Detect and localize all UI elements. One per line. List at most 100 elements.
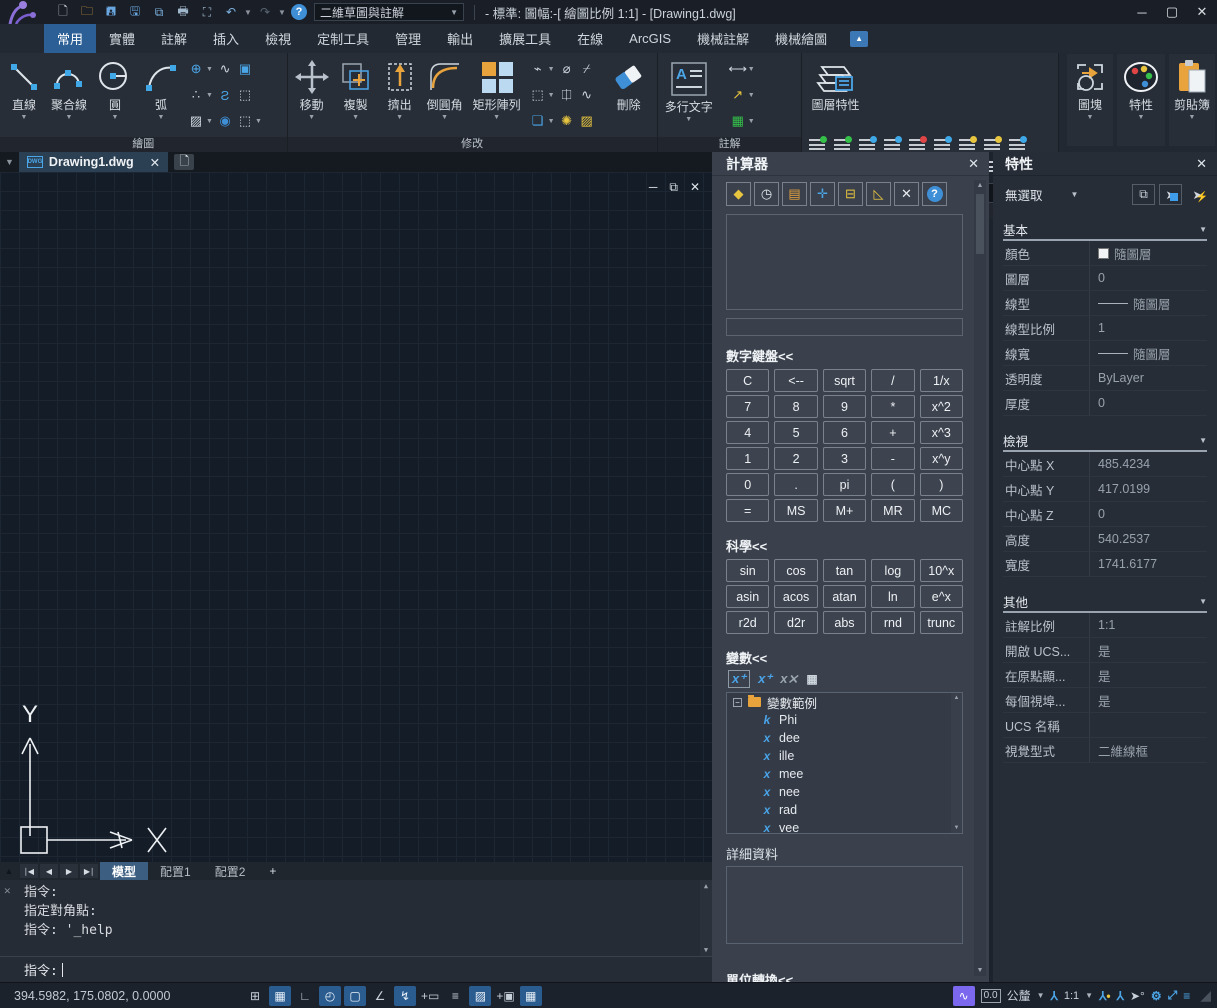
numpad-key-x^y[interactable]: x^y	[920, 447, 963, 470]
undo-caret-icon[interactable]: ▼	[244, 8, 252, 17]
new-file-icon[interactable]: 🗋	[52, 2, 74, 22]
ribbon-tab-擴展工具[interactable]: 擴展工具	[486, 24, 564, 53]
ribbon-tab-ArcGIS[interactable]: ArcGIS	[616, 24, 684, 53]
point-style-icon[interactable]: ∴	[186, 85, 206, 105]
document-tab-close-icon[interactable]: ✕	[150, 155, 160, 170]
osnap-tracking-icon[interactable]: ↯	[394, 986, 416, 1006]
break-icon[interactable]: ⌿	[577, 59, 597, 79]
annotation-visibility-icon[interactable]: ⅄•	[1099, 989, 1111, 1003]
overlap-icon[interactable]: ❏	[528, 111, 548, 131]
document-tab[interactable]: DWG Drawing1.dwg ✕	[19, 152, 168, 172]
print-icon[interactable]: 🖶	[172, 2, 194, 22]
snap-mode-icon[interactable]: ⊞	[244, 986, 266, 1006]
point-caret-icon[interactable]: ▼	[206, 92, 215, 99]
ribbon-tab-在線[interactable]: 在線	[564, 24, 616, 53]
selection-dropdown[interactable]: 無選取	[1005, 185, 1043, 204]
property-row[interactable]: 線型隨圖層	[1003, 291, 1207, 316]
quick-select-icon[interactable]: ⧉	[1132, 184, 1155, 205]
table-icon[interactable]: ▦	[728, 111, 748, 131]
plot-batch-icon[interactable]: ⧉	[148, 2, 170, 22]
property-row[interactable]: 線型比例1	[1003, 316, 1207, 341]
history-icon[interactable]: ◷	[754, 182, 779, 206]
numpad-key-([interactable]: (	[871, 473, 914, 496]
sci-key-e^x[interactable]: e^x	[920, 585, 963, 608]
section-header-基本[interactable]: 基本▼	[1003, 219, 1207, 241]
scale-icon[interactable]: ⬚	[528, 85, 548, 105]
layout-tab-配置2[interactable]: 配置2	[203, 862, 258, 880]
numpad-key-5[interactable]: 5	[774, 421, 817, 444]
offset-icon[interactable]: ⌀	[557, 59, 577, 79]
property-row[interactable]: 透明度ByLayer	[1003, 366, 1207, 391]
annotation-scale-caret-icon[interactable]: ▼	[1085, 991, 1093, 1000]
sci-key-trunc[interactable]: trunc	[920, 611, 963, 634]
join-icon[interactable]: ⎅	[557, 85, 577, 105]
numpad-key-C[interactable]: C	[726, 369, 769, 392]
panel-label-draw[interactable]: 繪圖	[0, 137, 287, 152]
block-button[interactable]: 圖塊 ▼	[1067, 54, 1113, 146]
ribbon-tab-管理[interactable]: 管理	[382, 24, 434, 53]
new-variable-icon[interactable]: x⁺	[728, 670, 750, 688]
variables-tree[interactable]: −變數範例kPhixdeexillexmeexneexradxvee ▲ ▼	[726, 692, 963, 834]
properties-button[interactable]: 特性 ▼	[1117, 54, 1165, 146]
open-folder-icon[interactable]: 🗀	[76, 2, 98, 22]
revision-cloud-icon[interactable]: ⊕	[186, 59, 206, 79]
numpad-key-2[interactable]: 2	[774, 447, 817, 470]
wipeout-caret-icon[interactable]: ▼	[255, 118, 264, 125]
units-caret-icon[interactable]: ▼	[1037, 991, 1045, 1000]
select-objects-icon[interactable]: ➤	[1159, 184, 1182, 205]
model-space-icon[interactable]: ∿	[953, 986, 975, 1006]
calc-scroll-down-icon[interactable]: ▼	[974, 967, 986, 974]
delete-variable-icon[interactable]: x⨯	[780, 671, 798, 687]
numpad-key-1[interactable]: 1	[726, 447, 769, 470]
dynamic-input-icon[interactable]: +▭	[419, 986, 441, 1006]
numpad-key-=[interactable]: =	[726, 499, 769, 522]
transparency-icon[interactable]: ▨	[469, 986, 491, 1006]
selection-cycling-icon[interactable]: +▣	[494, 986, 516, 1006]
panel-label-modify[interactable]: 修改	[288, 137, 657, 152]
drawing-canvas[interactable]: ─ ⧉ ✕ Y	[0, 172, 712, 862]
sci-key-abs[interactable]: abs	[823, 611, 866, 634]
rect-array-button[interactable]: 矩形陣列 ▼	[468, 54, 526, 136]
angle-icon[interactable]: ◺	[866, 182, 891, 206]
clear-icon[interactable]: ◆	[726, 182, 751, 206]
hatch-caret-icon[interactable]: ▼	[206, 118, 215, 125]
variables-header[interactable]: 變數<<	[726, 648, 989, 667]
property-row[interactable]: UCS 名稱	[1003, 713, 1207, 738]
calculator-history-box[interactable]	[726, 214, 963, 310]
precision-icon[interactable]: 0.0	[981, 989, 1001, 1003]
section-header-其他[interactable]: 其他▼	[1003, 591, 1207, 613]
table-caret-icon[interactable]: ▼	[748, 118, 757, 125]
property-row[interactable]: 中心點 Z0	[1003, 502, 1207, 527]
numpad-key-x^2[interactable]: x^2	[920, 395, 963, 418]
collapse-icon[interactable]: −	[733, 698, 742, 707]
resize-grip[interactable]: ◢	[1200, 987, 1211, 1004]
calculator-close-icon[interactable]: ✕	[968, 156, 979, 172]
command-history[interactable]: ✕ 指令:指定對角點:指令: '_help ▲ ▼	[0, 880, 712, 956]
redo-icon[interactable]: ↷	[254, 2, 276, 22]
spline-cv-icon[interactable]: Ƨ	[215, 85, 235, 105]
numpad-key-6[interactable]: 6	[823, 421, 866, 444]
selection-caret-icon[interactable]: ▼	[1071, 190, 1079, 199]
numpad-key-.[interactable]: .	[774, 473, 817, 496]
scroll-up-icon[interactable]: ▲	[700, 882, 712, 890]
auto-annotation-icon[interactable]: ⅄	[1117, 989, 1124, 1003]
numpad-key-x^3[interactable]: x^3	[920, 421, 963, 444]
property-row[interactable]: 開啟 UCS...是	[1003, 638, 1207, 663]
maximize-button[interactable]: ▢	[1157, 1, 1187, 23]
explode-icon[interactable]: ✺	[557, 111, 577, 131]
cmd-expand-icon[interactable]: ▲	[0, 864, 18, 878]
line-button[interactable]: 直線 ▼	[2, 54, 46, 136]
variable-row-Phi[interactable]: kPhi	[727, 711, 962, 729]
return-to-input-icon[interactable]: ▦	[806, 672, 817, 686]
isodraft-icon[interactable]: ▢	[344, 986, 366, 1006]
numpad-key-7[interactable]: 7	[726, 395, 769, 418]
tree-scroll-down-icon[interactable]: ▼	[951, 825, 962, 831]
hatch-icon[interactable]: ▨	[186, 111, 206, 131]
object-snap-icon[interactable]: ∠	[369, 986, 391, 1006]
numpad-key-+[interactable]: +	[871, 421, 914, 444]
numpad-key-MR[interactable]: MR	[871, 499, 914, 522]
selection-filter-icon[interactable]: ➤°	[1130, 989, 1145, 1003]
polyline-button[interactable]: 聚合線 ▼	[46, 54, 92, 136]
numpad-key-9[interactable]: 9	[823, 395, 866, 418]
revcloud-caret-icon[interactable]: ▼	[206, 66, 215, 73]
